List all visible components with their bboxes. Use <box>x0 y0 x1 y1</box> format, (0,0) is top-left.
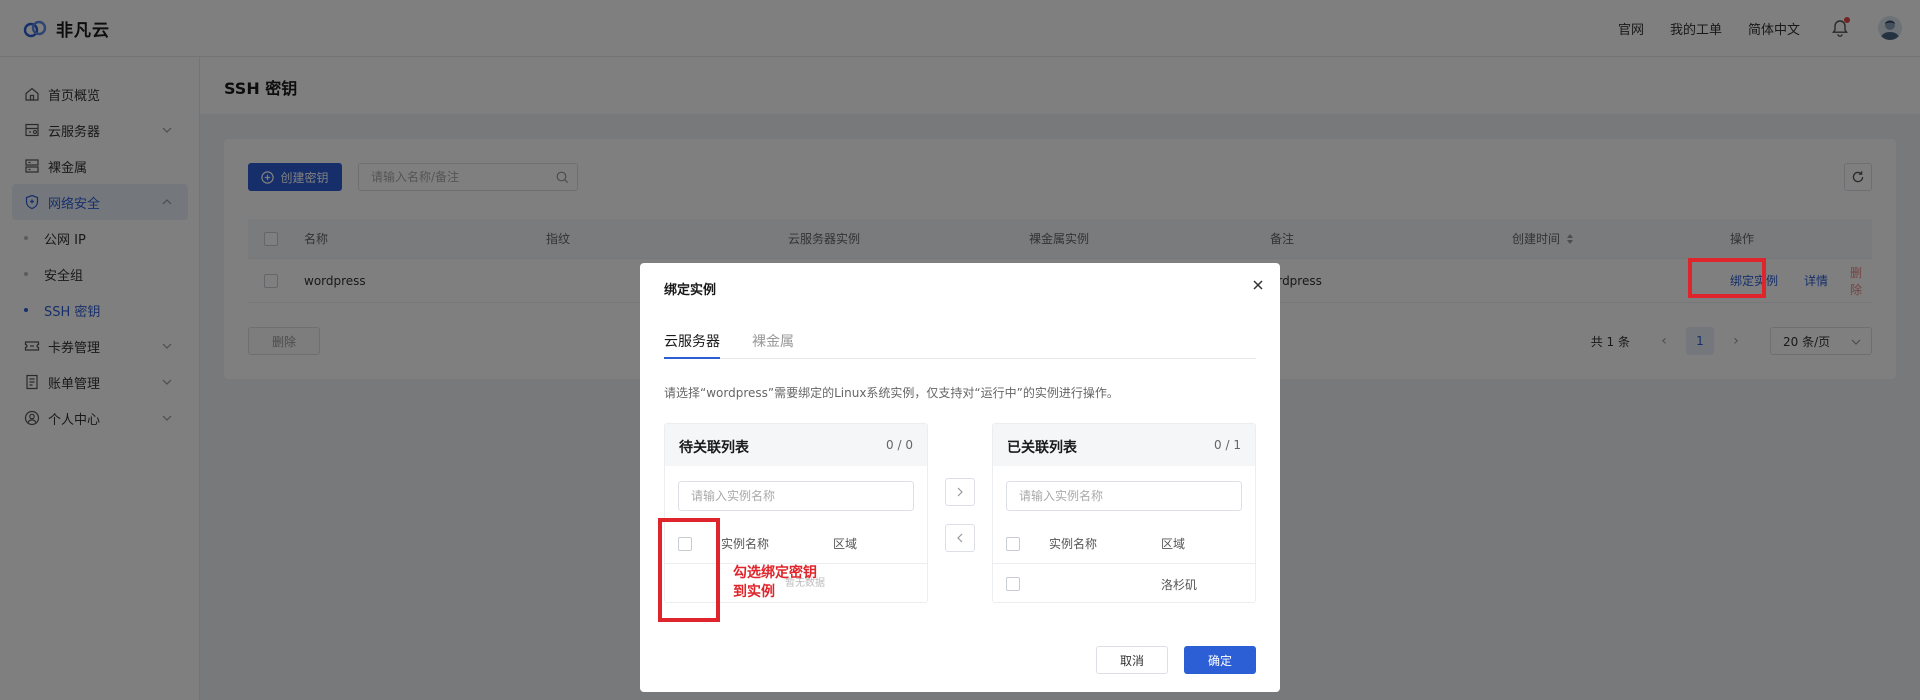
highlight-box <box>1688 258 1766 298</box>
instance-checkbox[interactable] <box>1006 564 1020 604</box>
list-item[interactable]: 洛杉矶 <box>993 564 1255 604</box>
tab-cloud-server[interactable]: 云服务器 <box>664 325 720 359</box>
chevron-left-icon <box>957 533 963 543</box>
pending-column-region: 区域 <box>833 537 858 551</box>
dialog-title: 绑定实例 <box>664 283 717 298</box>
pending-column-name: 实例名称 <box>721 537 770 551</box>
instance-tabs: 云服务器 裸金属 <box>664 325 1256 359</box>
annotation-line-1: 勾选绑定密钥 <box>733 565 817 581</box>
associated-search-input[interactable] <box>1007 482 1227 510</box>
pending-search-input[interactable] <box>679 482 899 510</box>
pending-list-title: 待关联列表 <box>679 440 749 456</box>
confirm-button[interactable]: 确定 <box>1184 646 1256 674</box>
dialog-hint: 请选择“wordpress”需要绑定的Linux系统实例，仅支持对“运行中”的实… <box>664 386 1119 400</box>
associated-search-box <box>1006 481 1242 511</box>
cancel-button[interactable]: 取消 <box>1096 646 1168 674</box>
associated-column-region: 区域 <box>1161 537 1186 551</box>
pending-search-box <box>678 481 914 511</box>
transfer-right-button[interactable] <box>945 478 975 506</box>
tab-bare-metal[interactable]: 裸金属 <box>752 325 794 359</box>
associated-select-all-checkbox[interactable] <box>1006 524 1020 563</box>
associated-columns: 实例名称 区域 <box>993 524 1255 564</box>
associated-list-panel: 已关联列表 0 / 1 实例名称 区域 洛杉矶 <box>992 423 1256 603</box>
transfer-left-button[interactable] <box>945 524 975 552</box>
bind-instance-dialog: 绑定实例 云服务器 裸金属 请选择“wordpress”需要绑定的Linux系统… <box>640 263 1280 692</box>
chevron-right-icon <box>957 487 963 497</box>
associated-list-count: 0 / 1 <box>1214 438 1241 452</box>
annotation-text: 勾选绑定密钥 到实例 <box>733 564 843 602</box>
close-icon[interactable] <box>1252 279 1264 291</box>
instance-region: 洛杉矶 <box>1161 577 1198 592</box>
pending-list-count: 0 / 0 <box>886 438 913 452</box>
highlight-box <box>658 518 720 622</box>
annotation-line-2: 到实例 <box>733 584 775 600</box>
associated-column-name: 实例名称 <box>1049 537 1098 551</box>
associated-list-title: 已关联列表 <box>1007 440 1077 456</box>
